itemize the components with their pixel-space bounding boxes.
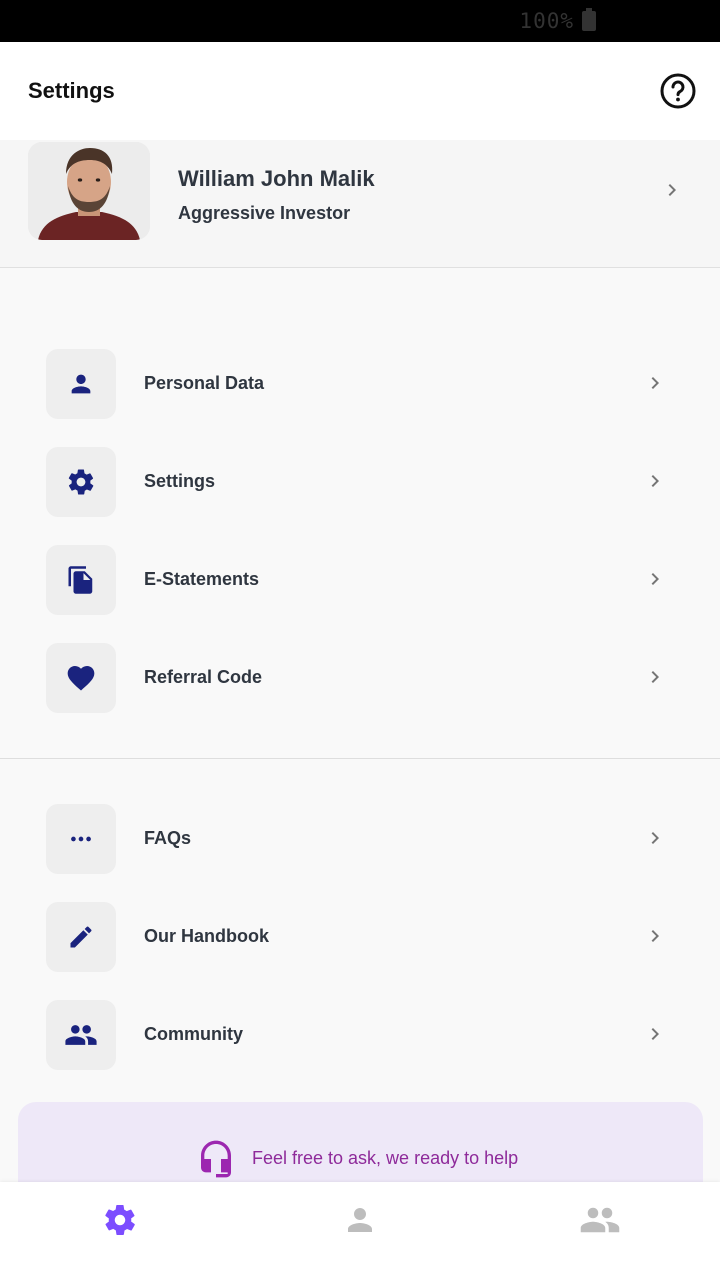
- headset-icon: [196, 1138, 236, 1185]
- battery-icon: [582, 8, 596, 31]
- menu-item-settings[interactable]: Settings: [0, 447, 720, 519]
- help-circle-icon[interactable]: [660, 73, 696, 109]
- profile-name: William John Malik: [178, 166, 375, 191]
- document-icon: [46, 545, 116, 615]
- chevron-right-icon: [643, 924, 667, 953]
- app-bar: Settings: [0, 42, 720, 140]
- pencil-icon: [46, 902, 116, 972]
- gear-icon: [46, 447, 116, 517]
- nav-settings-gear-icon[interactable]: [90, 1200, 150, 1240]
- group-icon: [46, 1000, 116, 1070]
- menu-item-label: Referral Code: [144, 667, 263, 687]
- nav-profile-person-icon[interactable]: [330, 1200, 390, 1240]
- menu-item-e-statements[interactable]: E-Statements: [0, 545, 720, 617]
- menu-item-label: FAQs: [144, 828, 192, 848]
- battery-percentage: 100%: [519, 9, 574, 33]
- nav-community-group-icon[interactable]: [570, 1200, 630, 1240]
- chevron-right-icon: [660, 178, 684, 207]
- menu-item-our-handbook[interactable]: Our Handbook: [0, 902, 720, 974]
- menu-item-personal-data[interactable]: Personal Data: [0, 349, 720, 421]
- chevron-right-icon: [643, 567, 667, 596]
- chevron-right-icon: [643, 1022, 667, 1051]
- chevron-right-icon: [643, 665, 667, 694]
- heart-icon: [46, 643, 116, 713]
- menu-item-faqs[interactable]: FAQs: [0, 804, 720, 876]
- menu-item-label: Personal Data: [144, 373, 265, 393]
- more-dots-icon: [46, 804, 116, 874]
- menu-item-label: Community: [144, 1024, 243, 1044]
- help-text: Feel free to ask, we ready to help: [252, 1148, 519, 1168]
- profile-subtitle: Aggressive Investor: [178, 203, 351, 223]
- profile-card[interactable]: William John Malik Aggressive Investor: [0, 140, 720, 268]
- avatar: [28, 142, 150, 240]
- menu-item-referral-code[interactable]: Referral Code: [0, 643, 720, 715]
- chevron-right-icon: [643, 371, 667, 400]
- menu-item-label: Settings: [144, 471, 216, 491]
- menu-item-label: Our Handbook: [144, 926, 269, 946]
- chevron-right-icon: [643, 826, 667, 855]
- chevron-right-icon: [643, 469, 667, 498]
- bottom-navigation: [0, 1182, 720, 1280]
- menu-item-community[interactable]: Community: [0, 1000, 720, 1072]
- status-bar: 100%: [0, 0, 720, 42]
- menu-item-label: E-Statements: [144, 569, 260, 589]
- person-icon: [46, 349, 116, 419]
- section-divider: [0, 758, 720, 759]
- page-title: Settings: [28, 78, 115, 103]
